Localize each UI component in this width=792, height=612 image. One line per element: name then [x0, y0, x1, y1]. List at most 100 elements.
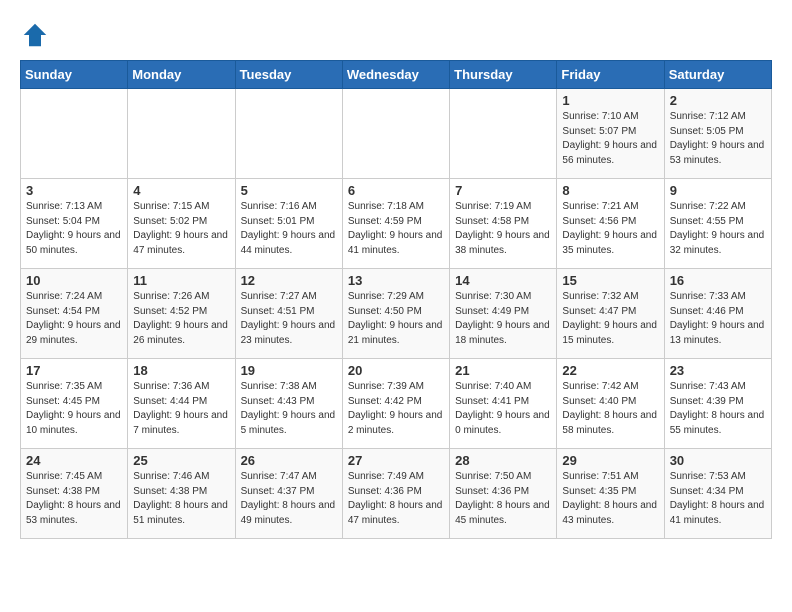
day-info: Sunrise: 7:39 AM Sunset: 4:42 PM Dayligh… — [348, 380, 444, 438]
calendar-week-1: 1 Sunrise: 7:10 AM Sunset: 5:07 PM Daylig… — [21, 89, 772, 179]
calendar-cell: 29Sunrise: 7:51 AM Sunset: 4:35 PM Dayli… — [557, 449, 664, 539]
logo-icon — [20, 20, 50, 50]
day-number: 4 — [133, 183, 229, 198]
calendar-week-4: 17 Sunrise: 7:35 AM Sunset: 4:45 PM Dayli… — [21, 359, 772, 449]
day-number: 28 — [455, 453, 551, 468]
day-info: Sunrise: 7:47 AM Sunset: 4:37 PM Dayligh… — [241, 470, 337, 528]
calendar-cell: 23Sunrise: 7:43 AM Sunset: 4:39 PM Dayli… — [664, 359, 771, 449]
calendar-table: SundayMondayTuesdayWednesdayThursdayFrid… — [20, 60, 772, 539]
calendar-cell: 4Sunrise: 7:15 AM Sunset: 5:02 PM Daylig… — [128, 179, 235, 269]
calendar-cell: 1 Sunrise: 7:10 AM Sunset: 5:07 PM Daylig… — [557, 89, 664, 179]
day-number: 15 — [562, 273, 658, 288]
calendar-cell: 12 Sunrise: 7:27 AM Sunset: 4:51 PM Dayli… — [235, 269, 342, 359]
day-info: Sunrise: 7:38 AM Sunset: 4:43 PM Dayligh… — [241, 380, 337, 438]
calendar-cell — [342, 89, 449, 179]
day-header-saturday: Saturday — [664, 61, 771, 89]
day-number: 13 — [348, 273, 444, 288]
day-info: Sunrise: 7:33 AM Sunset: 4:46 PM Dayligh… — [670, 290, 766, 348]
day-info: Sunrise: 7:19 AM Sunset: 4:58 PM Dayligh… — [455, 200, 551, 258]
calendar-cell: 5 Sunrise: 7:16 AM Sunset: 5:01 PM Daylig… — [235, 179, 342, 269]
calendar-cell — [450, 89, 557, 179]
day-info: Sunrise: 7:26 AM Sunset: 4:52 PM Dayligh… — [133, 290, 229, 348]
calendar-cell — [128, 89, 235, 179]
day-info: Sunrise: 7:50 AM Sunset: 4:36 PM Dayligh… — [455, 470, 551, 528]
day-number: 30 — [670, 453, 766, 468]
calendar-cell: 2Sunrise: 7:12 AM Sunset: 5:05 PM Daylig… — [664, 89, 771, 179]
day-number: 10 — [26, 273, 122, 288]
day-info: Sunrise: 7:40 AM Sunset: 4:41 PM Dayligh… — [455, 380, 551, 438]
day-info: Sunrise: 7:24 AM Sunset: 4:54 PM Dayligh… — [26, 290, 122, 348]
day-number: 19 — [241, 363, 337, 378]
day-info: Sunrise: 7:27 AM Sunset: 4:51 PM Dayligh… — [241, 290, 337, 348]
day-number: 20 — [348, 363, 444, 378]
day-info: Sunrise: 7:18 AM Sunset: 4:59 PM Dayligh… — [348, 200, 444, 258]
calendar-cell: 9 Sunrise: 7:22 AM Sunset: 4:55 PM Daylig… — [664, 179, 771, 269]
day-number: 14 — [455, 273, 551, 288]
calendar-cell: 7 Sunrise: 7:19 AM Sunset: 4:58 PM Daylig… — [450, 179, 557, 269]
day-info: Sunrise: 7:30 AM Sunset: 4:49 PM Dayligh… — [455, 290, 551, 348]
day-number: 11 — [133, 273, 229, 288]
day-header-tuesday: Tuesday — [235, 61, 342, 89]
day-info: Sunrise: 7:35 AM Sunset: 4:45 PM Dayligh… — [26, 380, 122, 438]
calendar-cell: 22 Sunrise: 7:42 AM Sunset: 4:40 PM Dayli… — [557, 359, 664, 449]
calendar-cell: 25Sunrise: 7:46 AM Sunset: 4:38 PM Dayli… — [128, 449, 235, 539]
calendar-week-5: 24Sunrise: 7:45 AM Sunset: 4:38 PM Dayli… — [21, 449, 772, 539]
day-number: 7 — [455, 183, 551, 198]
calendar-week-2: 3Sunrise: 7:13 AM Sunset: 5:04 PM Daylig… — [21, 179, 772, 269]
calendar-cell: 27 Sunrise: 7:49 AM Sunset: 4:36 PM Dayli… — [342, 449, 449, 539]
calendar-cell: 11 Sunrise: 7:26 AM Sunset: 4:52 PM Dayli… — [128, 269, 235, 359]
day-number: 21 — [455, 363, 551, 378]
day-info: Sunrise: 7:29 AM Sunset: 4:50 PM Dayligh… — [348, 290, 444, 348]
calendar-cell: 6 Sunrise: 7:18 AM Sunset: 4:59 PM Daylig… — [342, 179, 449, 269]
calendar-cell: 18 Sunrise: 7:36 AM Sunset: 4:44 PM Dayli… — [128, 359, 235, 449]
calendar-cell: 14 Sunrise: 7:30 AM Sunset: 4:49 PM Dayli… — [450, 269, 557, 359]
calendar-cell: 26 Sunrise: 7:47 AM Sunset: 4:37 PM Dayli… — [235, 449, 342, 539]
day-number: 27 — [348, 453, 444, 468]
day-number: 3 — [26, 183, 122, 198]
calendar-cell: 3Sunrise: 7:13 AM Sunset: 5:04 PM Daylig… — [21, 179, 128, 269]
day-info: Sunrise: 7:32 AM Sunset: 4:47 PM Dayligh… — [562, 290, 658, 348]
day-number: 26 — [241, 453, 337, 468]
calendar-cell: 13 Sunrise: 7:29 AM Sunset: 4:50 PM Dayli… — [342, 269, 449, 359]
day-info: Sunrise: 7:36 AM Sunset: 4:44 PM Dayligh… — [133, 380, 229, 438]
day-info: Sunrise: 7:42 AM Sunset: 4:40 PM Dayligh… — [562, 380, 658, 438]
day-number: 12 — [241, 273, 337, 288]
day-number: 9 — [670, 183, 766, 198]
day-info: Sunrise: 7:22 AM Sunset: 4:55 PM Dayligh… — [670, 200, 766, 258]
day-number: 18 — [133, 363, 229, 378]
day-number: 22 — [562, 363, 658, 378]
calendar-cell: 17 Sunrise: 7:35 AM Sunset: 4:45 PM Dayli… — [21, 359, 128, 449]
day-header-thursday: Thursday — [450, 61, 557, 89]
day-header-wednesday: Wednesday — [342, 61, 449, 89]
day-header-friday: Friday — [557, 61, 664, 89]
day-info: Sunrise: 7:10 AM Sunset: 5:07 PM Dayligh… — [562, 110, 658, 168]
day-info: Sunrise: 7:43 AM Sunset: 4:39 PM Dayligh… — [670, 380, 766, 438]
day-number: 29 — [562, 453, 658, 468]
day-number: 17 — [26, 363, 122, 378]
day-number: 1 — [562, 93, 658, 108]
calendar-cell: 28 Sunrise: 7:50 AM Sunset: 4:36 PM Dayli… — [450, 449, 557, 539]
day-number: 24 — [26, 453, 122, 468]
day-info: Sunrise: 7:16 AM Sunset: 5:01 PM Dayligh… — [241, 200, 337, 258]
day-number: 8 — [562, 183, 658, 198]
calendar-cell: 15 Sunrise: 7:32 AM Sunset: 4:47 PM Dayli… — [557, 269, 664, 359]
header-row: SundayMondayTuesdayWednesdayThursdayFrid… — [21, 61, 772, 89]
day-info: Sunrise: 7:46 AM Sunset: 4:38 PM Dayligh… — [133, 470, 229, 528]
logo — [20, 20, 54, 50]
page-header — [20, 20, 772, 50]
day-info: Sunrise: 7:21 AM Sunset: 4:56 PM Dayligh… — [562, 200, 658, 258]
day-info: Sunrise: 7:53 AM Sunset: 4:34 PM Dayligh… — [670, 470, 766, 528]
calendar-week-3: 10 Sunrise: 7:24 AM Sunset: 4:54 PM Dayli… — [21, 269, 772, 359]
day-header-monday: Monday — [128, 61, 235, 89]
calendar-cell: 10 Sunrise: 7:24 AM Sunset: 4:54 PM Dayli… — [21, 269, 128, 359]
calendar-cell: 16Sunrise: 7:33 AM Sunset: 4:46 PM Dayli… — [664, 269, 771, 359]
calendar-cell: 19 Sunrise: 7:38 AM Sunset: 4:43 PM Dayli… — [235, 359, 342, 449]
calendar-cell — [235, 89, 342, 179]
day-number: 5 — [241, 183, 337, 198]
calendar-cell: 30 Sunrise: 7:53 AM Sunset: 4:34 PM Dayli… — [664, 449, 771, 539]
day-number: 6 — [348, 183, 444, 198]
day-info: Sunrise: 7:49 AM Sunset: 4:36 PM Dayligh… — [348, 470, 444, 528]
day-header-sunday: Sunday — [21, 61, 128, 89]
calendar-cell: 8 Sunrise: 7:21 AM Sunset: 4:56 PM Daylig… — [557, 179, 664, 269]
calendar-cell: 24Sunrise: 7:45 AM Sunset: 4:38 PM Dayli… — [21, 449, 128, 539]
